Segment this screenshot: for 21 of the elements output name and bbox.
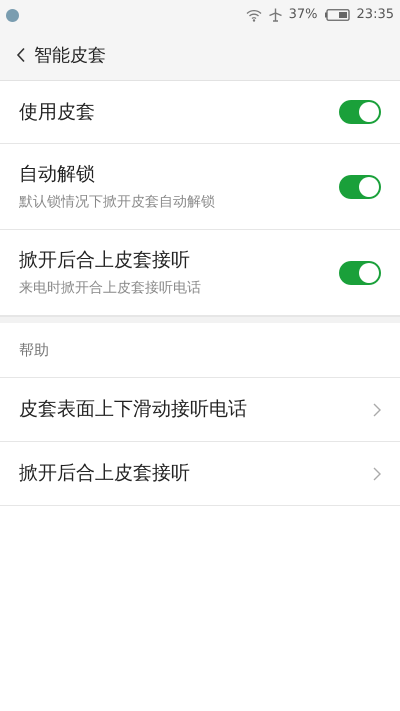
battery-icon [324, 9, 350, 21]
chevron-right-icon [373, 466, 381, 480]
back-icon[interactable] [16, 47, 26, 63]
setting-title: 自动解锁 [19, 162, 96, 188]
setting-title: 掀开后合上皮套接听 [19, 248, 191, 274]
page-title: 智能皮套 [34, 44, 106, 68]
toggle-switch[interactable] [339, 174, 381, 198]
setting-title: 使用皮套 [19, 100, 95, 125]
clock-time: 23:35 [356, 6, 394, 24]
toggle-switch[interactable] [339, 100, 381, 124]
wifi-icon [246, 8, 262, 22]
chevron-right-icon [373, 402, 381, 416]
airplane-icon [268, 8, 282, 22]
battery-percent: 37% [288, 6, 318, 24]
setting-description: 默认锁情况下掀开皮套自动解锁 [19, 192, 215, 212]
section-heading: 帮助 [19, 340, 49, 361]
help-link[interactable]: 皮套表面上下滑动接听电话 [19, 395, 247, 424]
toggle-switch[interactable] [339, 260, 381, 284]
notification-icon [6, 8, 19, 22]
setting-description: 来电时掀开合上皮套接听电话 [19, 278, 201, 298]
help-link[interactable]: 掀开后合上皮套接听 [19, 459, 190, 488]
